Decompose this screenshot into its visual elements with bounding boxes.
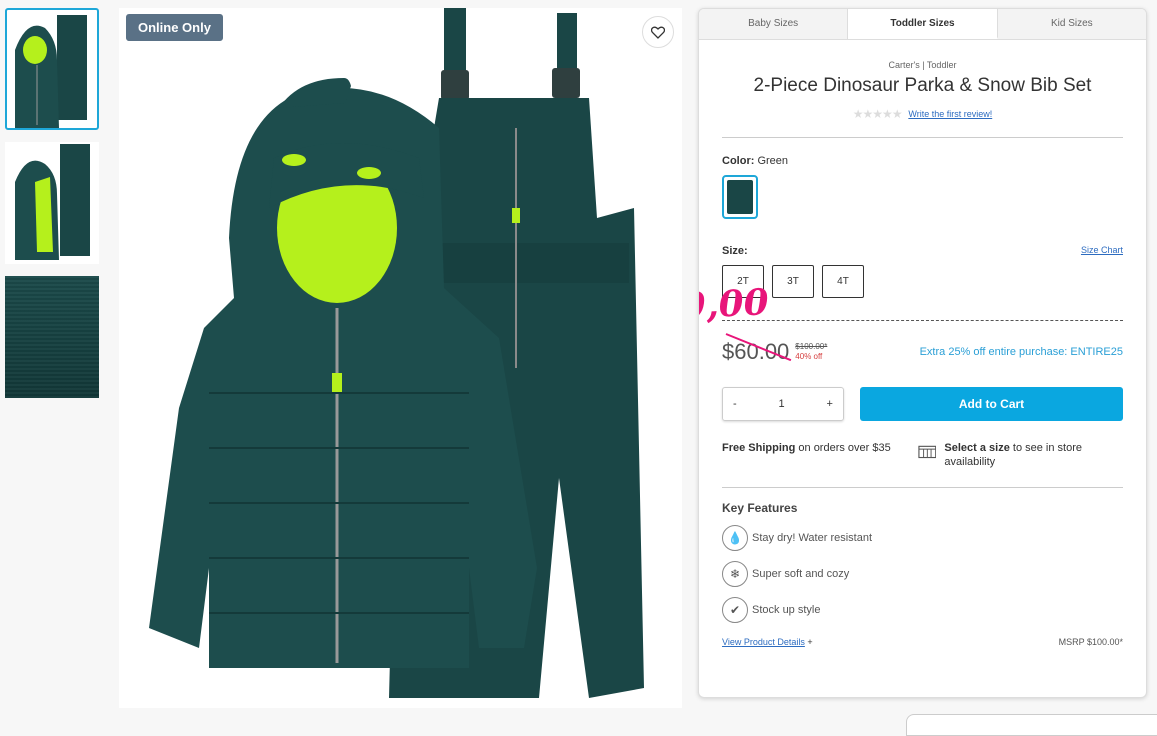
feature-label: Stock up style (752, 604, 821, 616)
thumbnail-front[interactable] (5, 8, 99, 130)
size-category-tabs: Baby Sizes Toddler Sizes Kid Sizes (699, 9, 1146, 40)
dashed-divider (722, 320, 1123, 321)
thumbnail-strip (5, 8, 101, 410)
view-product-details-link[interactable]: View Product Details (722, 637, 805, 647)
swatch-image (727, 180, 753, 214)
favorite-button[interactable] (642, 16, 674, 48)
feature-label: Super soft and cozy (752, 568, 850, 580)
sale-price: $60.00 (722, 339, 790, 364)
details-expand-icon[interactable]: + (807, 637, 812, 647)
thumbnail-fabric[interactable] (5, 276, 99, 398)
price-row: 39,00 $60.00 $100.00* 40% off Extra 25% … (699, 281, 1123, 365)
quantity-stepper[interactable]: - 1 + (722, 387, 844, 421)
qty-increment-button[interactable]: + (817, 398, 843, 410)
tab-baby-sizes[interactable]: Baby Sizes (699, 9, 849, 39)
heart-icon (651, 26, 665, 39)
store-availability-label: Select a size (944, 442, 1010, 454)
tab-toddler-sizes[interactable]: Toddler Sizes (848, 9, 998, 39)
rating-row: ★★★★★ Write the first review! (722, 107, 1123, 121)
divider (722, 137, 1123, 138)
main-product-image: Online Only (119, 8, 682, 708)
original-price: $100.00* (795, 342, 828, 351)
msrp-text: MSRP $100.00* (1058, 637, 1123, 647)
checkmark-icon: ✔ (722, 597, 748, 623)
color-value: Green (757, 155, 789, 167)
product-title: 2-Piece Dinosaur Parka & Snow Bib Set (753, 75, 1092, 96)
divider (722, 487, 1123, 488)
size-chart-link[interactable]: Size Chart (1081, 245, 1123, 257)
thumbnail-side[interactable] (5, 142, 99, 264)
free-shipping-label: Free Shipping (722, 442, 796, 454)
size-header: Size: Size Chart (722, 245, 1123, 257)
free-shipping-info: Free Shipping on orders over $35 (722, 441, 900, 469)
feature-label: Stay dry! Water resistant (752, 532, 873, 544)
feature-item: ✔ Stock up style (722, 597, 1123, 623)
size-option-3t[interactable]: 3T (772, 265, 814, 298)
original-price-block: $100.00* 40% off (795, 342, 827, 362)
add-to-cart-button[interactable]: Add to Cart (860, 387, 1123, 421)
size-option-4t[interactable]: 4T (822, 265, 864, 298)
discount-percent: 40% off (795, 352, 823, 361)
size-label: Size: (722, 245, 748, 257)
color-label: Color: (722, 155, 755, 167)
qty-value[interactable]: 1 (769, 398, 795, 410)
cart-row: - 1 + Add to Cart (722, 387, 1123, 421)
droplet-icon: 💧 (722, 525, 748, 551)
feature-item: ❄ Super soft and cozy (722, 561, 1123, 587)
details-footer: View Product Details + MSRP $100.00* (722, 637, 1123, 647)
key-features-title: Key Features (722, 501, 798, 515)
color-row: Color: Green (722, 155, 1123, 167)
snowflake-icon: ❄ (722, 561, 748, 587)
write-review-link[interactable]: Write the first review! (908, 109, 992, 119)
product-brand: Carter's | Toddler (888, 60, 957, 70)
store-icon (918, 445, 937, 459)
color-swatch-green[interactable] (722, 175, 758, 219)
handwritten-sale-price: 39,00 (698, 281, 770, 329)
product-illustration (149, 8, 644, 698)
tab-kid-sizes[interactable]: Kid Sizes (997, 9, 1146, 39)
store-availability[interactable]: Select a size to see in store availabili… (918, 441, 1123, 469)
product-details-panel: Baby Sizes Toddler Sizes Kid Sizes Carte… (698, 8, 1147, 698)
qty-decrement-button[interactable]: - (723, 398, 747, 410)
star-rating-icon: ★★★★★ (852, 107, 903, 121)
free-shipping-text: on orders over $35 (795, 442, 891, 454)
online-only-badge: Online Only (126, 14, 223, 41)
promo-text: Extra 25% off entire purchase: ENTIRE25 (919, 346, 1123, 358)
bottom-corner-widget (906, 714, 1157, 736)
feature-item: 💧 Stay dry! Water resistant (722, 525, 1123, 551)
shipping-row: Free Shipping on orders over $35 Select … (722, 441, 1123, 469)
size-options: 2T 3T 4T (722, 265, 1123, 298)
